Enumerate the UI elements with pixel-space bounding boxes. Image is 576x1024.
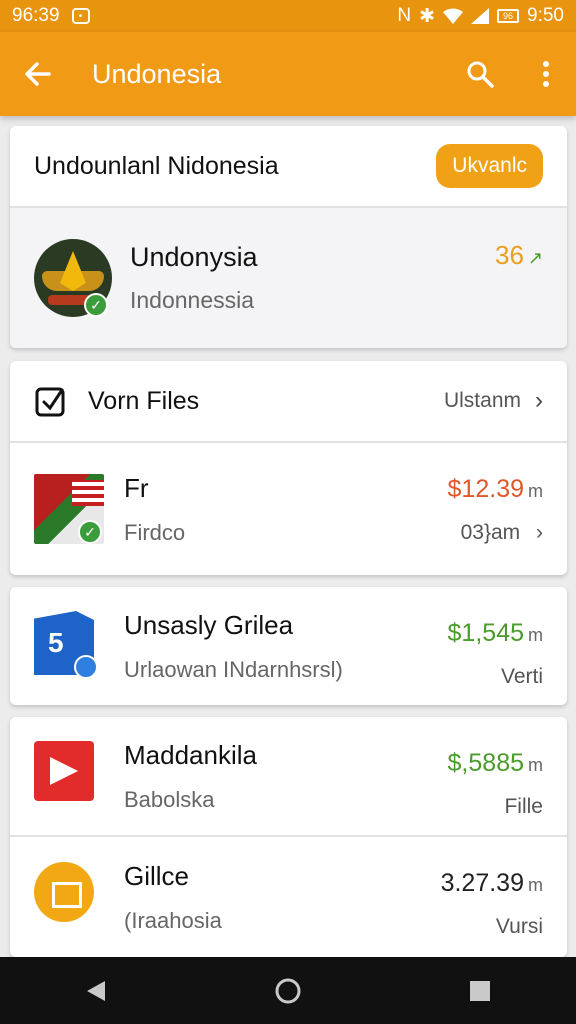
country-item[interactable]: ✓ Undonysia Indonnessia 36 ↗ [10,208,567,348]
signal-icon [471,8,490,24]
app-bar-title: Undonesia [92,58,222,89]
back-nav-icon [87,980,105,1001]
amount-value: $,5885 [447,749,524,777]
list-item[interactable]: Maddankila Babolska $,5885 m Fille [10,717,567,837]
app-bar: Undonesia [0,32,576,116]
nfc-icon: N [397,5,412,26]
list-item-meta: Verti [500,665,543,688]
system-nav-bar [0,957,576,1024]
checkbox-icon [35,387,65,417]
list-item-sub: Urlaowan INdarnhsrsl) [124,656,343,682]
list-item-meta: Vursi [495,915,543,938]
nav-home-button[interactable] [258,961,318,1021]
amount-value: $1,545 [447,619,524,647]
amount-value: 3.27.39 [440,869,524,897]
red-app-icon [34,741,104,811]
amount-unit: m [528,481,543,501]
more-vert-icon [543,61,549,87]
list-item-sub: (Iraahosia [124,907,222,933]
list-item-meta: Fille [504,795,543,818]
amount-unit: m [528,755,543,775]
country-card-heading: Undounlanl Nidonesia [34,151,279,180]
status-time-right: 9:50 [527,5,564,26]
trending-up-icon: ↗ [527,248,543,268]
emblem-icon: ✓ [34,239,112,317]
nav-back-button[interactable] [66,961,126,1021]
mail-app-icon [34,862,104,932]
home-nav-icon [275,978,301,1003]
amount-value: $12.39 [447,475,524,503]
list-item-amount: 3.27.39 m [441,869,543,898]
country-item-subtitle: Indonnessia [130,287,255,313]
country-action-button[interactable]: Ukvanlc [436,144,543,188]
files-section-label: Vorn Files [88,386,200,415]
list-item-amount: $,5885 m [448,749,543,778]
score-value: 36 [494,240,524,270]
files-section-link[interactable]: Ulstanm [444,389,521,413]
app-5-icon: 5 [34,611,104,681]
list-card: 5 Unsasly Grilea Urlaowan INdarnhsrsl) $… [10,587,567,705]
search-icon [467,61,494,88]
chevron-right-icon: › [535,387,543,414]
amount-unit: m [528,625,543,645]
back-arrow-icon [25,62,51,86]
battery-icon: 96 [497,9,520,23]
verified-badge-icon: ✓ [84,293,108,317]
bluetooth-icon: ✱ [419,5,436,27]
recents-nav-icon [470,980,490,1001]
list-item-sub: Babolska [124,786,215,812]
search-button[interactable] [444,32,516,116]
list-item-amount: $12.39 m [448,475,543,504]
wifi-icon [443,8,464,24]
status-time-left: 96:39 [12,5,60,26]
more-options-button[interactable] [516,32,576,116]
country-card: Undounlanl Nidonesia Ukvanlc ✓ Undonysia… [10,126,567,348]
list-card: Maddankila Babolska $,5885 m Fille Gillce… [10,717,567,957]
files-card: Vorn Files Ulstanm › ✓ Fr Firdco $12.39 m… [10,361,567,575]
back-button[interactable] [0,32,74,116]
files-section-header[interactable]: Vorn Files Ulstanm › [10,361,567,443]
flag-thumbnail-icon: ✓ [34,474,104,544]
list-item[interactable]: Gillce (Iraahosia 3.27.39 m Vursi [10,837,567,957]
nav-recents-button[interactable] [450,961,510,1021]
country-card-header: Undounlanl Nidonesia Ukvanlc [10,126,567,208]
country-item-title: Undonysia [130,242,258,272]
country-item-score: 36 ↗ [495,240,543,271]
status-bar: 96:39 • N ✱ 96 9:50 [0,0,576,32]
list-item[interactable]: ✓ Fr Firdco $12.39 m 03}am › [10,443,567,575]
amount-unit: m [528,875,543,895]
list-item[interactable]: 5 Unsasly Grilea Urlaowan INdarnhsrsl) $… [10,587,567,705]
list-item-meta: 03}am › [461,521,543,545]
notification-icon: • [71,8,90,24]
list-item-amount: $1,545 m [448,619,543,648]
verified-badge-icon: ✓ [78,520,102,544]
chevron-right-icon: › [536,521,543,544]
meta-text: 03}am [460,521,521,544]
